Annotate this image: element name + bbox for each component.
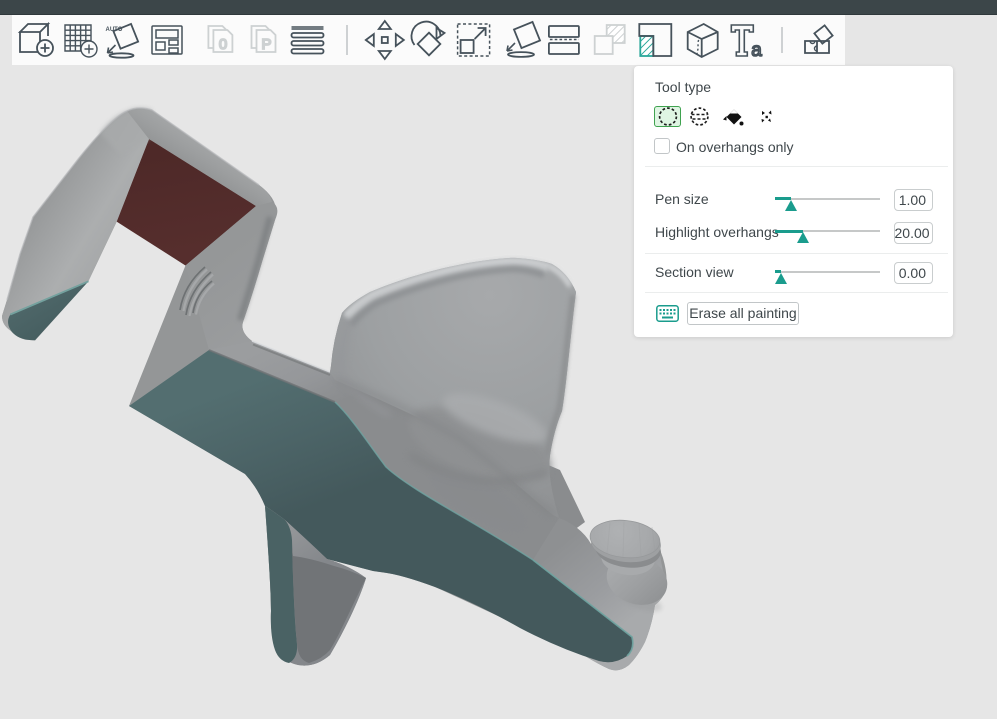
svg-text:P: P — [262, 36, 272, 53]
svg-text:0: 0 — [219, 36, 227, 53]
svg-text:a: a — [751, 40, 762, 61]
